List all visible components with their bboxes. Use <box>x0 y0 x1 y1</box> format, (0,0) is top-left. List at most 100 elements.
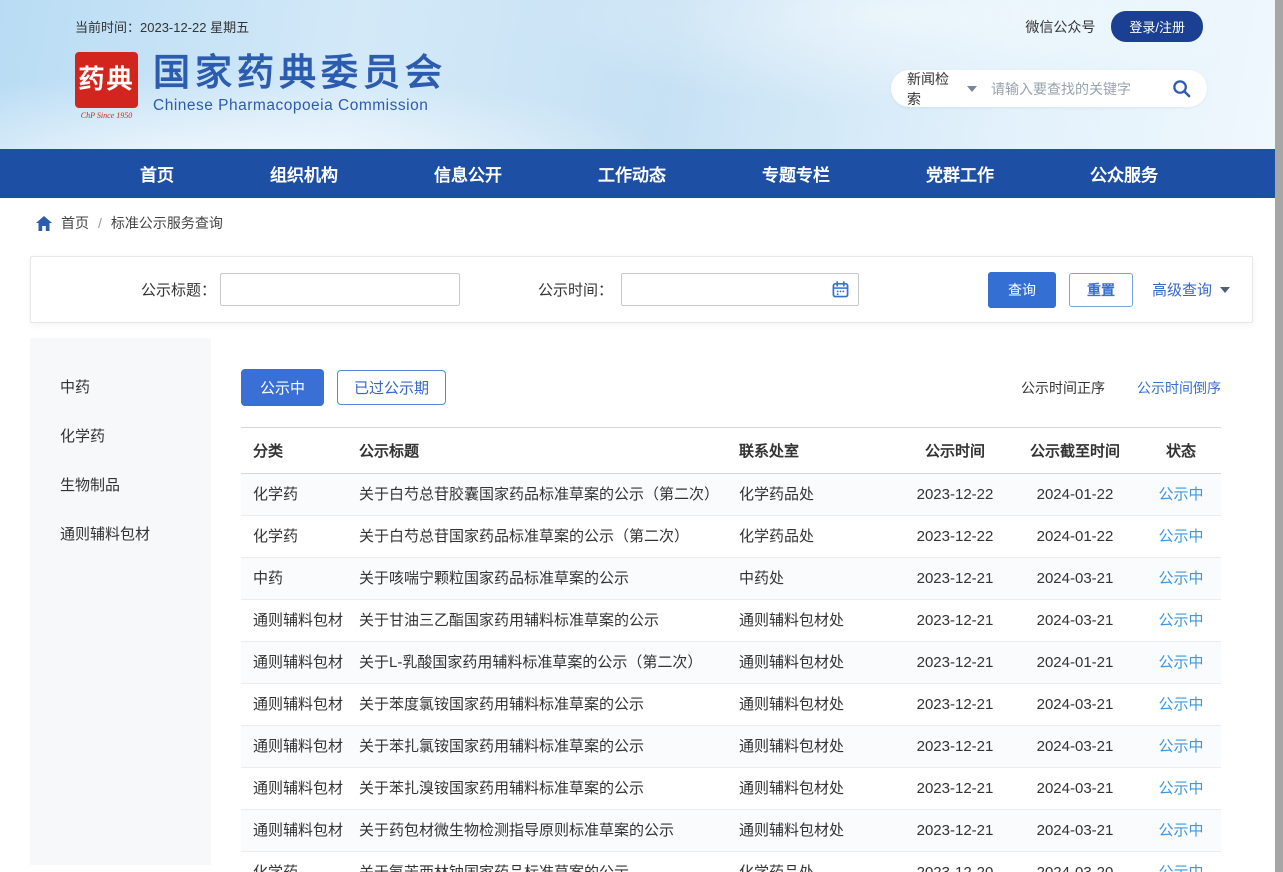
nav-item-0[interactable]: 首页 <box>140 161 174 186</box>
table-row[interactable]: 中药 关于咳喘宁颗粒国家药品标准草案的公示 中药处 2023-12-21 202… <box>241 558 1221 600</box>
cell-category: 化学药 <box>241 474 359 516</box>
tabs-row: 公示中 已过公示期 公示时间正序 公示时间倒序 <box>241 369 1221 406</box>
notice-table: 分类 公示标题 联系处室 公示时间 公示截至时间 状态 化学药 关于白芍总苷胶囊… <box>241 427 1221 872</box>
cell-title[interactable]: 关于甘油三乙酯国家药用辅料标准草案的公示 <box>359 600 739 642</box>
breadcrumb-home[interactable]: 首页 <box>61 213 89 233</box>
table-row[interactable]: 化学药 关于白芍总苷国家药品标准草案的公示（第二次） 化学药品处 2023-12… <box>241 516 1221 558</box>
cell-start-time: 2023-12-21 <box>901 642 1009 684</box>
cell-title[interactable]: 关于白芍总苷国家药品标准草案的公示（第二次） <box>359 516 739 558</box>
status-badge[interactable]: 公示中 <box>1158 486 1203 503</box>
table-row[interactable]: 通则辅料包材 关于苯扎溴铵国家药用辅料标准草案的公示 通则辅料包材处 2023-… <box>241 768 1221 810</box>
sidebar-item-1[interactable]: 化学药 <box>30 411 211 460</box>
home-icon[interactable] <box>36 216 52 231</box>
col-category: 分类 <box>241 428 359 474</box>
table-row[interactable]: 化学药 关于氨苄西林钠国家药品标准草案的公示 化学药品处 2023-12-20 … <box>241 852 1221 872</box>
site-title: 国家药典委员会 <box>153 52 447 95</box>
reset-button[interactable]: 重置 <box>1069 273 1133 307</box>
cell-status: 公示中 <box>1141 726 1221 768</box>
calendar-icon[interactable] <box>832 281 849 298</box>
cell-end-time: 2024-03-20 <box>1009 852 1141 872</box>
tab-expired-notice[interactable]: 已过公示期 <box>337 370 446 405</box>
cell-start-time: 2023-12-21 <box>901 684 1009 726</box>
status-badge[interactable]: 公示中 <box>1158 654 1203 671</box>
notice-title-label: 公示标题： <box>141 279 216 300</box>
cell-title[interactable]: 关于苯扎氯铵国家药用辅料标准草案的公示 <box>359 726 739 768</box>
wechat-link[interactable]: 微信公众号 <box>1025 17 1095 37</box>
cell-status: 公示中 <box>1141 600 1221 642</box>
table-row[interactable]: 通则辅料包材 关于苯扎氯铵国家药用辅料标准草案的公示 通则辅料包材处 2023-… <box>241 726 1221 768</box>
sidebar-item-2[interactable]: 生物制品 <box>30 460 211 509</box>
cell-end-time: 2024-01-22 <box>1009 516 1141 558</box>
cell-title[interactable]: 关于苯扎溴铵国家药用辅料标准草案的公示 <box>359 768 739 810</box>
notice-title-input[interactable] <box>220 273 460 306</box>
table-row[interactable]: 化学药 关于白芍总苷胶囊国家药品标准草案的公示（第二次） 化学药品处 2023-… <box>241 474 1221 516</box>
cell-status: 公示中 <box>1141 558 1221 600</box>
nav-item-1[interactable]: 组织机构 <box>270 161 338 186</box>
table-row[interactable]: 通则辅料包材 关于苯度氯铵国家药用辅料标准草案的公示 通则辅料包材处 2023-… <box>241 684 1221 726</box>
sidebar-item-0[interactable]: 中药 <box>30 362 211 411</box>
table-row[interactable]: 通则辅料包材 关于L-乳酸国家药用辅料标准草案的公示（第二次） 通则辅料包材处 … <box>241 642 1221 684</box>
cell-end-time: 2024-03-21 <box>1009 768 1141 810</box>
filter-panel: 公示标题： 公示时间： 查询 重置 高级查询 <box>30 256 1253 323</box>
scrollbar[interactable] <box>1275 0 1283 872</box>
notice-time-label: 公示时间： <box>538 279 613 300</box>
main-nav: 首页 组织机构 信息公开 工作动态 专题专栏 党群工作 公众服务 <box>0 149 1283 198</box>
advanced-query-toggle[interactable]: 高级查询 <box>1152 279 1230 300</box>
status-badge[interactable]: 公示中 <box>1158 528 1203 545</box>
brand-block: 药典 ChP Since 1950 国家药典委员会 Chinese Pharma… <box>75 52 447 120</box>
login-register-button[interactable]: 登录/注册 <box>1111 11 1203 42</box>
nav-item-3[interactable]: 工作动态 <box>598 161 666 186</box>
notice-date-input[interactable] <box>621 273 859 306</box>
col-status: 状态 <box>1141 428 1221 474</box>
cell-office: 通则辅料包材处 <box>739 726 901 768</box>
sidebar-item-3[interactable]: 通则辅料包材 <box>30 509 211 558</box>
cell-title[interactable]: 关于苯度氯铵国家药用辅料标准草案的公示 <box>359 684 739 726</box>
nav-item-2[interactable]: 信息公开 <box>434 161 502 186</box>
cell-title[interactable]: 关于氨苄西林钠国家药品标准草案的公示 <box>359 852 739 872</box>
status-badge[interactable]: 公示中 <box>1158 570 1203 587</box>
chevron-down-icon <box>1220 287 1230 293</box>
table-row[interactable]: 通则辅料包材 关于药包材微生物检测指导原则标准草案的公示 通则辅料包材处 202… <box>241 810 1221 852</box>
tab-in-notice[interactable]: 公示中 <box>241 369 324 406</box>
status-badge[interactable]: 公示中 <box>1158 696 1203 713</box>
cell-title[interactable]: 关于药包材微生物检测指导原则标准草案的公示 <box>359 810 739 852</box>
cell-category: 中药 <box>241 558 359 600</box>
sort-asc-link[interactable]: 公示时间正序 <box>1021 378 1105 398</box>
query-button[interactable]: 查询 <box>988 272 1056 308</box>
current-time-text: 当前时间：2023-12-22 星期五 <box>75 17 249 36</box>
cell-end-time: 2024-03-21 <box>1009 726 1141 768</box>
nav-item-6[interactable]: 公众服务 <box>1090 161 1158 186</box>
search-submit-button[interactable] <box>1172 79 1191 98</box>
cell-status: 公示中 <box>1141 516 1221 558</box>
logo: 药典 ChP Since 1950 <box>75 52 138 120</box>
cell-title[interactable]: 关于L-乳酸国家药用辅料标准草案的公示（第二次） <box>359 642 739 684</box>
table-row[interactable]: 通则辅料包材 关于甘油三乙酯国家药用辅料标准草案的公示 通则辅料包材处 2023… <box>241 600 1221 642</box>
status-badge[interactable]: 公示中 <box>1158 822 1203 839</box>
cell-title[interactable]: 关于咳喘宁颗粒国家药品标准草案的公示 <box>359 558 739 600</box>
cell-category: 通则辅料包材 <box>241 726 359 768</box>
cell-start-time: 2023-12-21 <box>901 768 1009 810</box>
cell-office: 通则辅料包材处 <box>739 684 901 726</box>
status-badge[interactable]: 公示中 <box>1158 780 1203 797</box>
cell-office: 化学药品处 <box>739 516 901 558</box>
status-badge[interactable]: 公示中 <box>1158 738 1203 755</box>
cell-title[interactable]: 关于白芍总苷胶囊国家药品标准草案的公示（第二次） <box>359 474 739 516</box>
scrollbar-thumb[interactable] <box>1275 0 1283 872</box>
cell-status: 公示中 <box>1141 852 1221 872</box>
nav-item-5[interactable]: 党群工作 <box>926 161 994 186</box>
cell-status: 公示中 <box>1141 474 1221 516</box>
status-badge[interactable]: 公示中 <box>1158 612 1203 629</box>
cell-end-time: 2024-01-21 <box>1009 642 1141 684</box>
site-search-input[interactable] <box>991 81 1172 97</box>
cell-start-time: 2023-12-20 <box>901 852 1009 872</box>
cell-end-time: 2024-03-21 <box>1009 684 1141 726</box>
sort-desc-link[interactable]: 公示时间倒序 <box>1137 378 1221 398</box>
nav-item-4[interactable]: 专题专栏 <box>762 161 830 186</box>
chevron-down-icon <box>967 86 977 92</box>
cell-start-time: 2023-12-21 <box>901 810 1009 852</box>
search-category-dropdown[interactable]: 新闻检索 <box>907 69 977 109</box>
status-badge[interactable]: 公示中 <box>1158 864 1203 872</box>
cell-category: 化学药 <box>241 516 359 558</box>
cell-status: 公示中 <box>1141 768 1221 810</box>
cell-category: 通则辅料包材 <box>241 684 359 726</box>
